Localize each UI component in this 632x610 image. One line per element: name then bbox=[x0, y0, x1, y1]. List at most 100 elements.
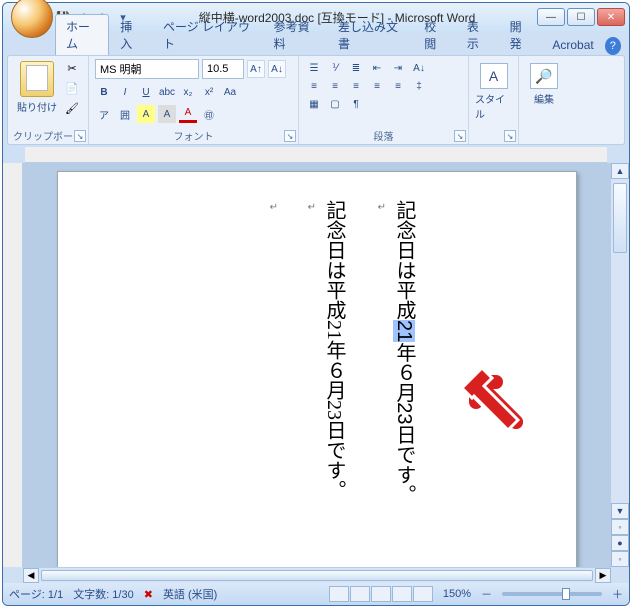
font-size-value: 10.5 bbox=[207, 63, 228, 75]
char-shading-button[interactable]: A bbox=[158, 105, 176, 123]
status-page[interactable]: ページ: 1/1 bbox=[9, 586, 63, 602]
paragraph-mark: ↵ bbox=[308, 202, 316, 213]
tab-home[interactable]: ホーム bbox=[55, 14, 109, 55]
maximize-button[interactable]: ☐ bbox=[567, 8, 595, 26]
ribbon: ホーム 挿入 ページ レイアウト 参考資料 差し込み文書 校閲 表示 開発 Ac… bbox=[3, 31, 629, 147]
horizontal-scrollbar[interactable]: ◀ ▶ bbox=[23, 567, 611, 583]
zoom-level[interactable]: 150% bbox=[443, 588, 471, 600]
scroll-up-button[interactable]: ▲ bbox=[611, 163, 629, 179]
decrease-indent-button[interactable]: ⇤ bbox=[368, 59, 386, 77]
clipboard-dialog-launcher[interactable]: ↘ bbox=[74, 130, 86, 142]
multilevel-button[interactable]: ≣ bbox=[347, 59, 365, 77]
tab-view[interactable]: 表示 bbox=[457, 15, 499, 55]
vertical-ruler[interactable] bbox=[3, 163, 23, 567]
help-icon[interactable]: ? bbox=[605, 37, 621, 55]
superscript-button[interactable]: x² bbox=[200, 83, 218, 101]
styles-button[interactable]: A スタイル bbox=[475, 59, 512, 121]
grow-font-button[interactable]: A↑ bbox=[247, 60, 265, 78]
styles-dialog-launcher[interactable]: ↘ bbox=[504, 130, 516, 142]
page[interactable]: 記念日は平成21年６月23日です。 記念日は平成21年６月23日です。 ↵ ↵ … bbox=[57, 171, 577, 567]
close-button[interactable]: ✕ bbox=[597, 8, 625, 26]
char-border-button[interactable]: 囲 bbox=[116, 105, 134, 123]
sort-button[interactable]: A↓ bbox=[410, 59, 428, 77]
view-web-layout[interactable] bbox=[371, 586, 391, 602]
format-painter-button[interactable]: 🖌 bbox=[62, 99, 82, 117]
group-font: MS 明朝 10.5 A↑ A↓ B I U abc x₂ x² Aa ア 囲 bbox=[89, 56, 299, 144]
view-outline[interactable] bbox=[392, 586, 412, 602]
status-bar: ページ: 1/1 文字数: 1/30 ✖ 英語 (米国) 150% － ＋ bbox=[3, 583, 629, 605]
distribute-button[interactable]: ≡ bbox=[389, 77, 407, 95]
group-editing: 🔎 編集 bbox=[519, 56, 569, 144]
shading-button[interactable]: ▦ bbox=[305, 95, 323, 113]
copy-button[interactable]: 📄 bbox=[62, 79, 82, 97]
subscript-button[interactable]: x₂ bbox=[179, 83, 197, 101]
cut-button[interactable]: ✂ bbox=[62, 59, 82, 77]
font-dialog-launcher[interactable]: ↘ bbox=[284, 130, 296, 142]
group-clipboard: 貼り付け ✂ 📄 🖌 クリップボード ↘ bbox=[8, 56, 89, 144]
paragraph-dialog-launcher[interactable]: ↘ bbox=[454, 130, 466, 142]
view-full-screen[interactable] bbox=[350, 586, 370, 602]
hscroll-thumb[interactable] bbox=[41, 570, 593, 581]
align-left-button[interactable]: ≡ bbox=[305, 77, 323, 95]
italic-button[interactable]: I bbox=[116, 83, 134, 101]
text-column-1[interactable]: 記念日は平成21年６月23日です。 bbox=[382, 200, 426, 567]
next-page-button[interactable]: ◦ bbox=[611, 551, 629, 567]
show-marks-button[interactable]: ¶ bbox=[347, 95, 365, 113]
scroll-down-button[interactable]: ▼ bbox=[611, 503, 629, 519]
tab-review[interactable]: 校閲 bbox=[414, 15, 456, 55]
clipboard-icon bbox=[20, 61, 54, 97]
browse-object-button[interactable]: ● bbox=[611, 535, 629, 551]
line-spacing-button[interactable]: ‡ bbox=[410, 77, 428, 95]
font-name-combo[interactable]: MS 明朝 bbox=[95, 59, 199, 79]
tab-references[interactable]: 参考資料 bbox=[264, 15, 327, 55]
align-center-button[interactable]: ≡ bbox=[326, 77, 344, 95]
tab-insert[interactable]: 挿入 bbox=[110, 15, 152, 55]
scroll-left-button[interactable]: ◀ bbox=[23, 568, 39, 583]
styles-label: スタイル bbox=[475, 91, 512, 121]
scroll-right-button[interactable]: ▶ bbox=[595, 568, 611, 583]
enclose-char-button[interactable]: ㊞ bbox=[200, 105, 218, 123]
tab-developer[interactable]: 開発 bbox=[500, 15, 542, 55]
view-draft[interactable] bbox=[413, 586, 433, 602]
editing-button[interactable]: 🔎 編集 bbox=[530, 59, 558, 106]
group-paragraph: ☰ ⅟ ≣ ⇤ ⇥ A↓ ≡ ≡ ≡ ≡ ≡ ‡ ▦ ▢ bbox=[299, 56, 469, 144]
zoom-slider[interactable] bbox=[502, 592, 602, 596]
highlight-button[interactable]: A bbox=[137, 105, 155, 123]
borders-button[interactable]: ▢ bbox=[326, 95, 344, 113]
bullets-button[interactable]: ☰ bbox=[305, 59, 323, 77]
scroll-thumb[interactable] bbox=[613, 183, 627, 253]
clear-format-button[interactable]: Aa bbox=[221, 83, 239, 101]
vertical-scrollbar[interactable]: ▲ ▼ ◦ ● ◦ bbox=[611, 163, 629, 567]
font-size-combo[interactable]: 10.5 bbox=[202, 59, 244, 79]
tab-acrobat[interactable]: Acrobat bbox=[542, 35, 603, 55]
annotation-arrow-icon bbox=[458, 364, 538, 444]
numbering-button[interactable]: ⅟ bbox=[326, 59, 344, 77]
phonetic-guide-button[interactable]: ア bbox=[95, 105, 113, 123]
horizontal-ruler[interactable] bbox=[25, 147, 607, 163]
status-language[interactable]: 英語 (米国) bbox=[163, 586, 217, 602]
status-words[interactable]: 文字数: 1/30 bbox=[73, 586, 134, 602]
align-right-button[interactable]: ≡ bbox=[347, 77, 365, 95]
tab-layout[interactable]: ページ レイアウト bbox=[153, 15, 263, 55]
zoom-knob[interactable] bbox=[562, 588, 570, 600]
strike-button[interactable]: abc bbox=[158, 83, 176, 101]
paste-button[interactable]: 貼り付け bbox=[14, 59, 60, 130]
text-column-2[interactable]: 記念日は平成21年６月23日です。 bbox=[312, 200, 356, 567]
text-selection: 21 bbox=[393, 320, 415, 342]
bold-button[interactable]: B bbox=[95, 83, 113, 101]
paragraph-mark: ↵ bbox=[378, 202, 386, 213]
group-styles: A スタイル ↘ bbox=[469, 56, 519, 144]
zoom-out-button[interactable]: － bbox=[481, 586, 492, 602]
shrink-font-button[interactable]: A↓ bbox=[268, 60, 286, 78]
find-icon: 🔎 bbox=[530, 63, 558, 89]
view-print-layout[interactable] bbox=[329, 586, 349, 602]
zoom-in-button[interactable]: ＋ bbox=[612, 586, 623, 602]
prev-page-button[interactable]: ◦ bbox=[611, 519, 629, 535]
app-window: 💾 ↶ ↷ ▾ 縦中横-word2003.doc [互換モード] - Micro… bbox=[2, 2, 630, 606]
tab-mailings[interactable]: 差し込み文書 bbox=[328, 15, 413, 55]
font-color-button[interactable]: A bbox=[179, 105, 197, 123]
justify-button[interactable]: ≡ bbox=[368, 77, 386, 95]
increase-indent-button[interactable]: ⇥ bbox=[389, 59, 407, 77]
page-viewport[interactable]: 記念日は平成21年６月23日です。 記念日は平成21年６月23日です。 ↵ ↵ … bbox=[23, 163, 611, 567]
underline-button[interactable]: U bbox=[137, 83, 155, 101]
